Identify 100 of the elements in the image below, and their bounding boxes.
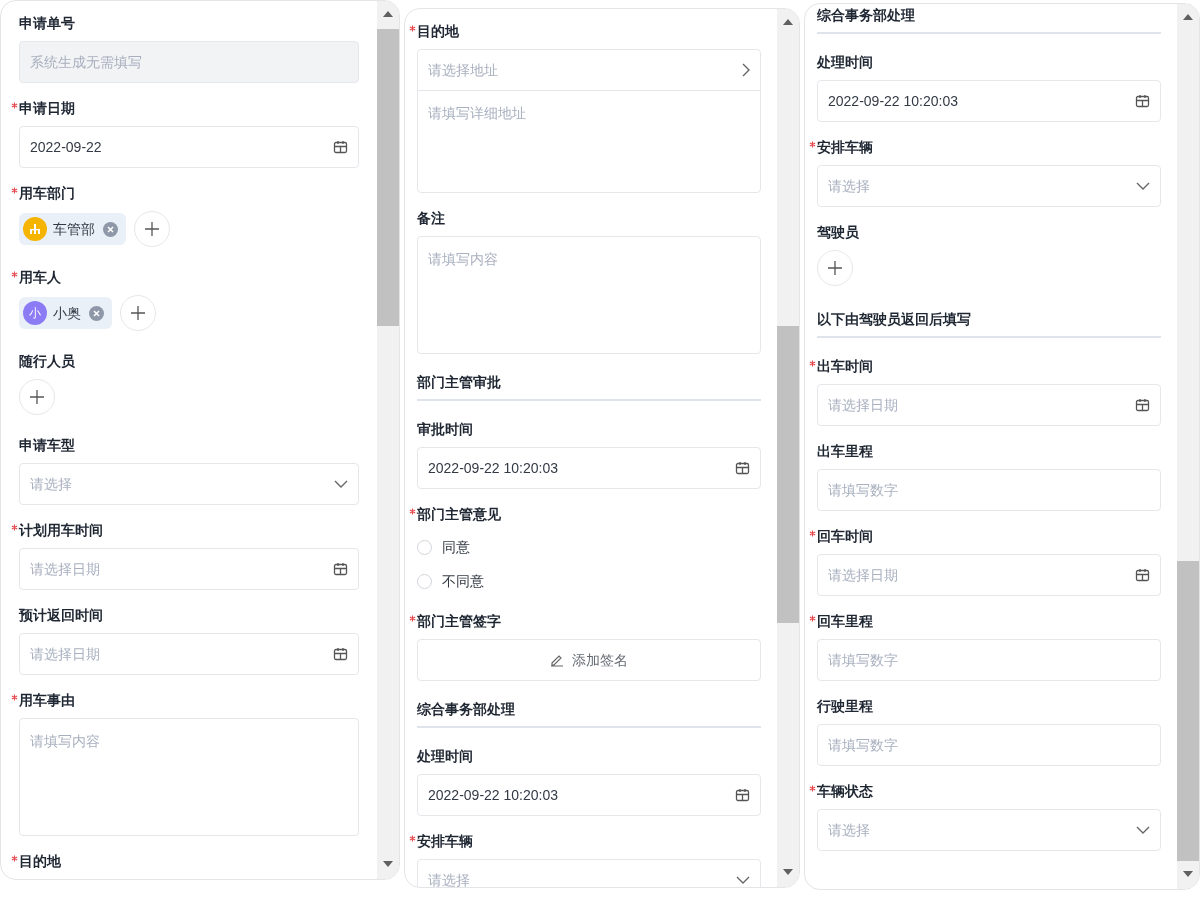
- field-label: 预计返回时间: [19, 606, 103, 625]
- date-picker-field[interactable]: 请选择日期: [19, 548, 359, 590]
- scrollbar-thumb[interactable]: [777, 326, 799, 623]
- field-label: 随行人员: [19, 352, 75, 371]
- scroll-up-icon[interactable]: [383, 11, 393, 17]
- field-label: 申请日期: [19, 99, 75, 118]
- placeholder-text: 请选择: [828, 820, 870, 840]
- select-dropdown[interactable]: 请选择: [817, 809, 1161, 851]
- address-select-field[interactable]: 请选择地址: [418, 50, 760, 91]
- placeholder-text: 请选择: [828, 176, 870, 196]
- placeholder-text: 请填写数字: [828, 735, 898, 755]
- date-picker-field[interactable]: 2022-09-22 10:20:03: [417, 447, 761, 489]
- field-label: 备注: [417, 209, 445, 228]
- date-value: 2022-09-22: [30, 137, 102, 157]
- calendar-icon: [1135, 398, 1150, 412]
- field-label: 出车时间: [817, 357, 873, 376]
- scrollbar-thumb[interactable]: [377, 29, 399, 326]
- remove-icon[interactable]: [89, 305, 104, 321]
- placeholder-text: 请选择: [30, 474, 72, 494]
- scrollbar[interactable]: [777, 9, 799, 887]
- field-label: 回车里程: [817, 612, 873, 631]
- placeholder-text: 请选择日期: [30, 644, 100, 664]
- date-picker-field[interactable]: 请选择日期: [817, 384, 1161, 426]
- calendar-icon: [333, 647, 348, 661]
- scrollbar-thumb[interactable]: [1177, 561, 1199, 861]
- placeholder-text: 请选择日期: [30, 559, 100, 579]
- field-label: 处理时间: [417, 747, 473, 766]
- placeholder-text: 请填写数字: [828, 480, 898, 500]
- date-value: 2022-09-22 10:20:03: [428, 458, 558, 478]
- number-input-field[interactable]: 请填写数字: [817, 724, 1161, 766]
- placeholder-text: 请选择日期: [828, 395, 898, 415]
- placeholder-text: 请填写内容: [30, 733, 100, 749]
- plus-icon: [827, 260, 843, 276]
- textarea-field[interactable]: 请填写内容: [417, 236, 761, 354]
- plus-icon: [29, 389, 45, 405]
- placeholder-text: 系统生成无需填写: [30, 52, 142, 72]
- date-picker-field[interactable]: 请选择日期: [19, 633, 359, 675]
- date-picker-field[interactable]: 2022-09-22: [19, 126, 359, 168]
- textarea-field[interactable]: 请填写内容: [19, 718, 359, 836]
- scrollbar[interactable]: [377, 1, 399, 879]
- add-button[interactable]: [134, 211, 170, 247]
- plus-icon: [130, 305, 146, 321]
- number-input-field[interactable]: 请填写数字: [817, 469, 1161, 511]
- field-label: 用车事由: [19, 691, 75, 710]
- address-detail-field[interactable]: 请填写详细地址: [418, 91, 760, 192]
- chevron-down-icon: [736, 876, 750, 884]
- add-signature-button[interactable]: 添加签名: [417, 639, 761, 681]
- section-heading: 综合事务部处理: [817, 6, 916, 25]
- calendar-icon: [1135, 568, 1150, 582]
- calendar-icon: [735, 788, 750, 802]
- remove-icon[interactable]: [103, 221, 118, 237]
- field-label: 驾驶员: [817, 223, 859, 242]
- pen-icon: [550, 653, 564, 667]
- field-label: 用车部门: [19, 184, 75, 203]
- placeholder-text: 请填写数字: [828, 650, 898, 670]
- select-dropdown[interactable]: 请选择: [19, 463, 359, 505]
- field-label: 申请车型: [19, 436, 75, 455]
- placeholder-text: 请填写内容: [428, 251, 498, 267]
- add-button[interactable]: [19, 379, 55, 415]
- field-label: 行驶里程: [817, 697, 873, 716]
- section-heading: 以下由驾驶员返回后填写: [817, 310, 972, 329]
- field-label: 安排车辆: [817, 138, 873, 157]
- field-label: 安排车辆: [417, 832, 473, 851]
- section-heading: 综合事务部处理: [417, 700, 516, 719]
- placeholder-text: 请选择: [428, 870, 470, 887]
- add-button[interactable]: [817, 250, 853, 286]
- field-label: 审批时间: [417, 420, 473, 439]
- date-value: 2022-09-22 10:20:03: [828, 91, 958, 111]
- field-label: 用车人: [19, 268, 61, 287]
- date-picker-field[interactable]: 2022-09-22 10:20:03: [817, 80, 1161, 122]
- field-label: 部门主管意见: [417, 505, 501, 524]
- number-input-field[interactable]: 请填写数字: [817, 639, 1161, 681]
- chevron-right-icon: [742, 63, 750, 77]
- calendar-icon: [1135, 94, 1150, 108]
- placeholder-text: 请填写详细地址: [428, 105, 526, 121]
- chip-label: 车管部: [53, 219, 95, 239]
- section-heading: 部门主管审批: [417, 373, 502, 392]
- date-picker-field[interactable]: 2022-09-22 10:20:03: [417, 774, 761, 816]
- date-picker-field[interactable]: 请选择日期: [817, 554, 1161, 596]
- scroll-up-icon[interactable]: [783, 19, 793, 25]
- radio-option[interactable]: 同意: [417, 530, 761, 564]
- scroll-down-icon[interactable]: [1183, 871, 1193, 877]
- field-label: 回车时间: [817, 527, 873, 546]
- calendar-icon: [735, 461, 750, 475]
- calendar-icon: [333, 140, 348, 154]
- field-label: 计划用车时间: [19, 521, 103, 540]
- select-dropdown[interactable]: 请选择: [417, 859, 761, 887]
- placeholder-text: 请选择日期: [828, 565, 898, 585]
- chevron-down-icon: [1136, 826, 1150, 834]
- add-button[interactable]: [120, 295, 156, 331]
- field-label: 部门主管签字: [417, 612, 501, 631]
- scroll-down-icon[interactable]: [783, 869, 793, 875]
- radio-option[interactable]: 不同意: [417, 564, 761, 598]
- plus-icon: [144, 221, 160, 237]
- select-dropdown[interactable]: 请选择: [817, 165, 1161, 207]
- chevron-down-icon: [334, 480, 348, 488]
- scroll-down-icon[interactable]: [383, 861, 393, 867]
- field-label: 目的地: [417, 22, 459, 41]
- scroll-up-icon[interactable]: [1183, 14, 1193, 20]
- scrollbar[interactable]: [1177, 4, 1199, 889]
